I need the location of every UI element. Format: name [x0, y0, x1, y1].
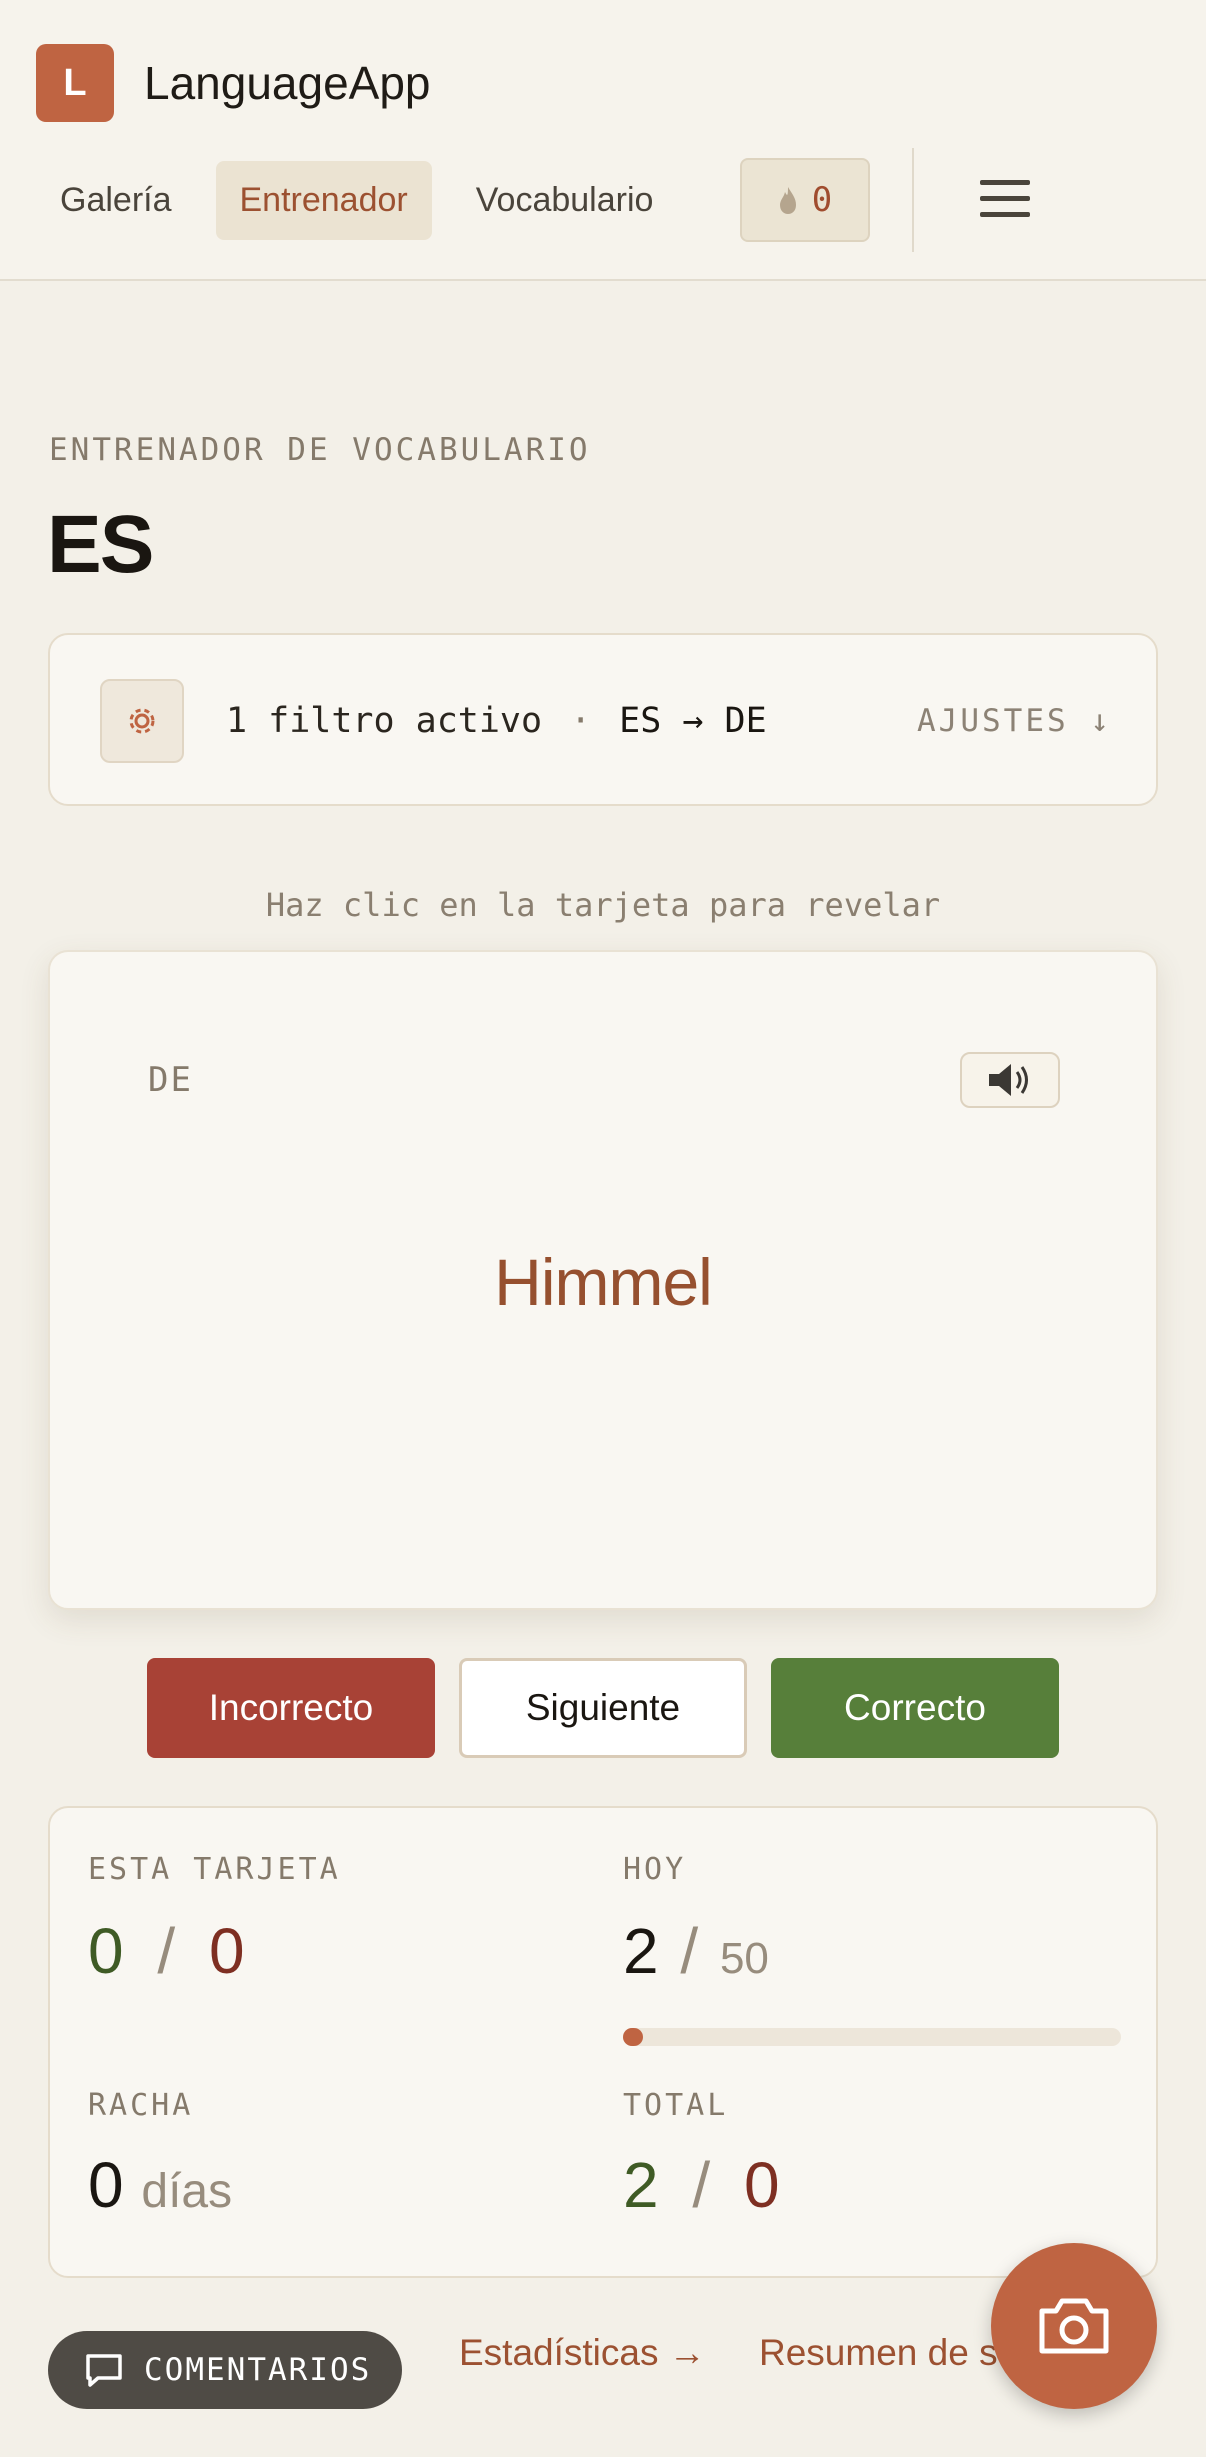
nav-item-vocabulario[interactable]: Vocabulario: [452, 161, 678, 240]
total-label: TOTAL: [623, 2088, 729, 2123]
today-label: HOY: [623, 1852, 687, 1887]
streak-count: 0: [811, 180, 833, 220]
total-score: 2 / 0: [623, 2148, 780, 2222]
app-logo[interactable]: L: [36, 44, 114, 122]
total-sep: /: [692, 2149, 711, 2221]
camera-button[interactable]: [991, 2243, 1157, 2409]
nav-item-entrenador[interactable]: Entrenador: [215, 161, 432, 240]
filter-separator: ·: [570, 701, 592, 741]
feedback-button[interactable]: COMENTARIOS: [48, 2331, 402, 2409]
total-correct: 2: [623, 2149, 659, 2221]
filter-summary: 1 filtro activo · ES → DE: [226, 701, 767, 741]
gear-icon[interactable]: [100, 679, 184, 763]
today-sep: /: [680, 1915, 699, 1987]
hamburger-menu-icon[interactable]: [980, 180, 1030, 220]
language-direction: ES → DE: [619, 701, 767, 741]
streak-unit: días: [141, 2165, 233, 2218]
correct-button[interactable]: Correcto: [771, 1658, 1059, 1758]
statistics-link[interactable]: Estadísticas →: [459, 2332, 706, 2374]
app-name[interactable]: LanguageApp: [144, 56, 431, 110]
feedback-label: COMENTARIOS: [144, 2352, 372, 2388]
settings-toggle[interactable]: AJUSTES ↓: [917, 703, 1112, 739]
streak-days: 0: [88, 2149, 124, 2221]
daily-progress-bar: [623, 2028, 1121, 2046]
streak-label: RACHA: [88, 2088, 194, 2123]
nav-divider: [912, 148, 914, 252]
filter-bar[interactable]: 1 filtro activo · ES → DE AJUSTES ↓: [48, 633, 1158, 806]
page-eyebrow: ENTRENADOR DE VOCABULARIO: [49, 432, 591, 468]
this-card-correct: 0: [88, 1915, 124, 1987]
incorrect-button[interactable]: Incorrecto: [147, 1658, 435, 1758]
flame-icon: [779, 187, 796, 214]
streak-pill[interactable]: 0: [740, 158, 870, 242]
nav-item-galeria[interactable]: Galería: [36, 161, 196, 240]
top-header: L LanguageApp Galería Entrenador Vocabul…: [0, 0, 1206, 281]
main-nav: Galería Entrenador Vocabulario: [36, 158, 697, 243]
speaker-icon[interactable]: [960, 1052, 1060, 1108]
page-title: ES: [47, 499, 154, 590]
this-card-wrong: 0: [208, 1915, 245, 1987]
next-button[interactable]: Siguiente: [459, 1658, 747, 1758]
camera-icon: [1039, 2298, 1109, 2354]
chat-bubble-icon: [86, 2354, 122, 2387]
this-card-sep: /: [157, 1915, 176, 1987]
streak-value: 0 días: [88, 2148, 232, 2222]
today-score: 2 / 50: [623, 1914, 769, 1988]
reveal-hint: Haz clic en la tarjeta para revelar: [265, 886, 941, 924]
total-wrong: 0: [743, 2149, 780, 2221]
card-word: Himmel: [494, 1245, 713, 1319]
flashcard[interactable]: DE Himmel: [48, 950, 1158, 1610]
active-filter-count: 1 filtro activo: [226, 701, 543, 741]
stats-panel: ESTA TARJETA 0 / 0 HOY 2 / 50 RACHA 0 dí…: [48, 1806, 1158, 2278]
this-card-score: 0 / 0: [88, 1914, 245, 1988]
today-done: 2: [623, 1915, 659, 1987]
today-goal: 50: [719, 1934, 769, 1983]
this-card-label: ESTA TARJETA: [88, 1852, 341, 1887]
card-language: DE: [148, 1060, 193, 1100]
summary-link[interactable]: Resumen de s: [759, 2332, 998, 2374]
daily-progress-fill: [623, 2028, 643, 2046]
